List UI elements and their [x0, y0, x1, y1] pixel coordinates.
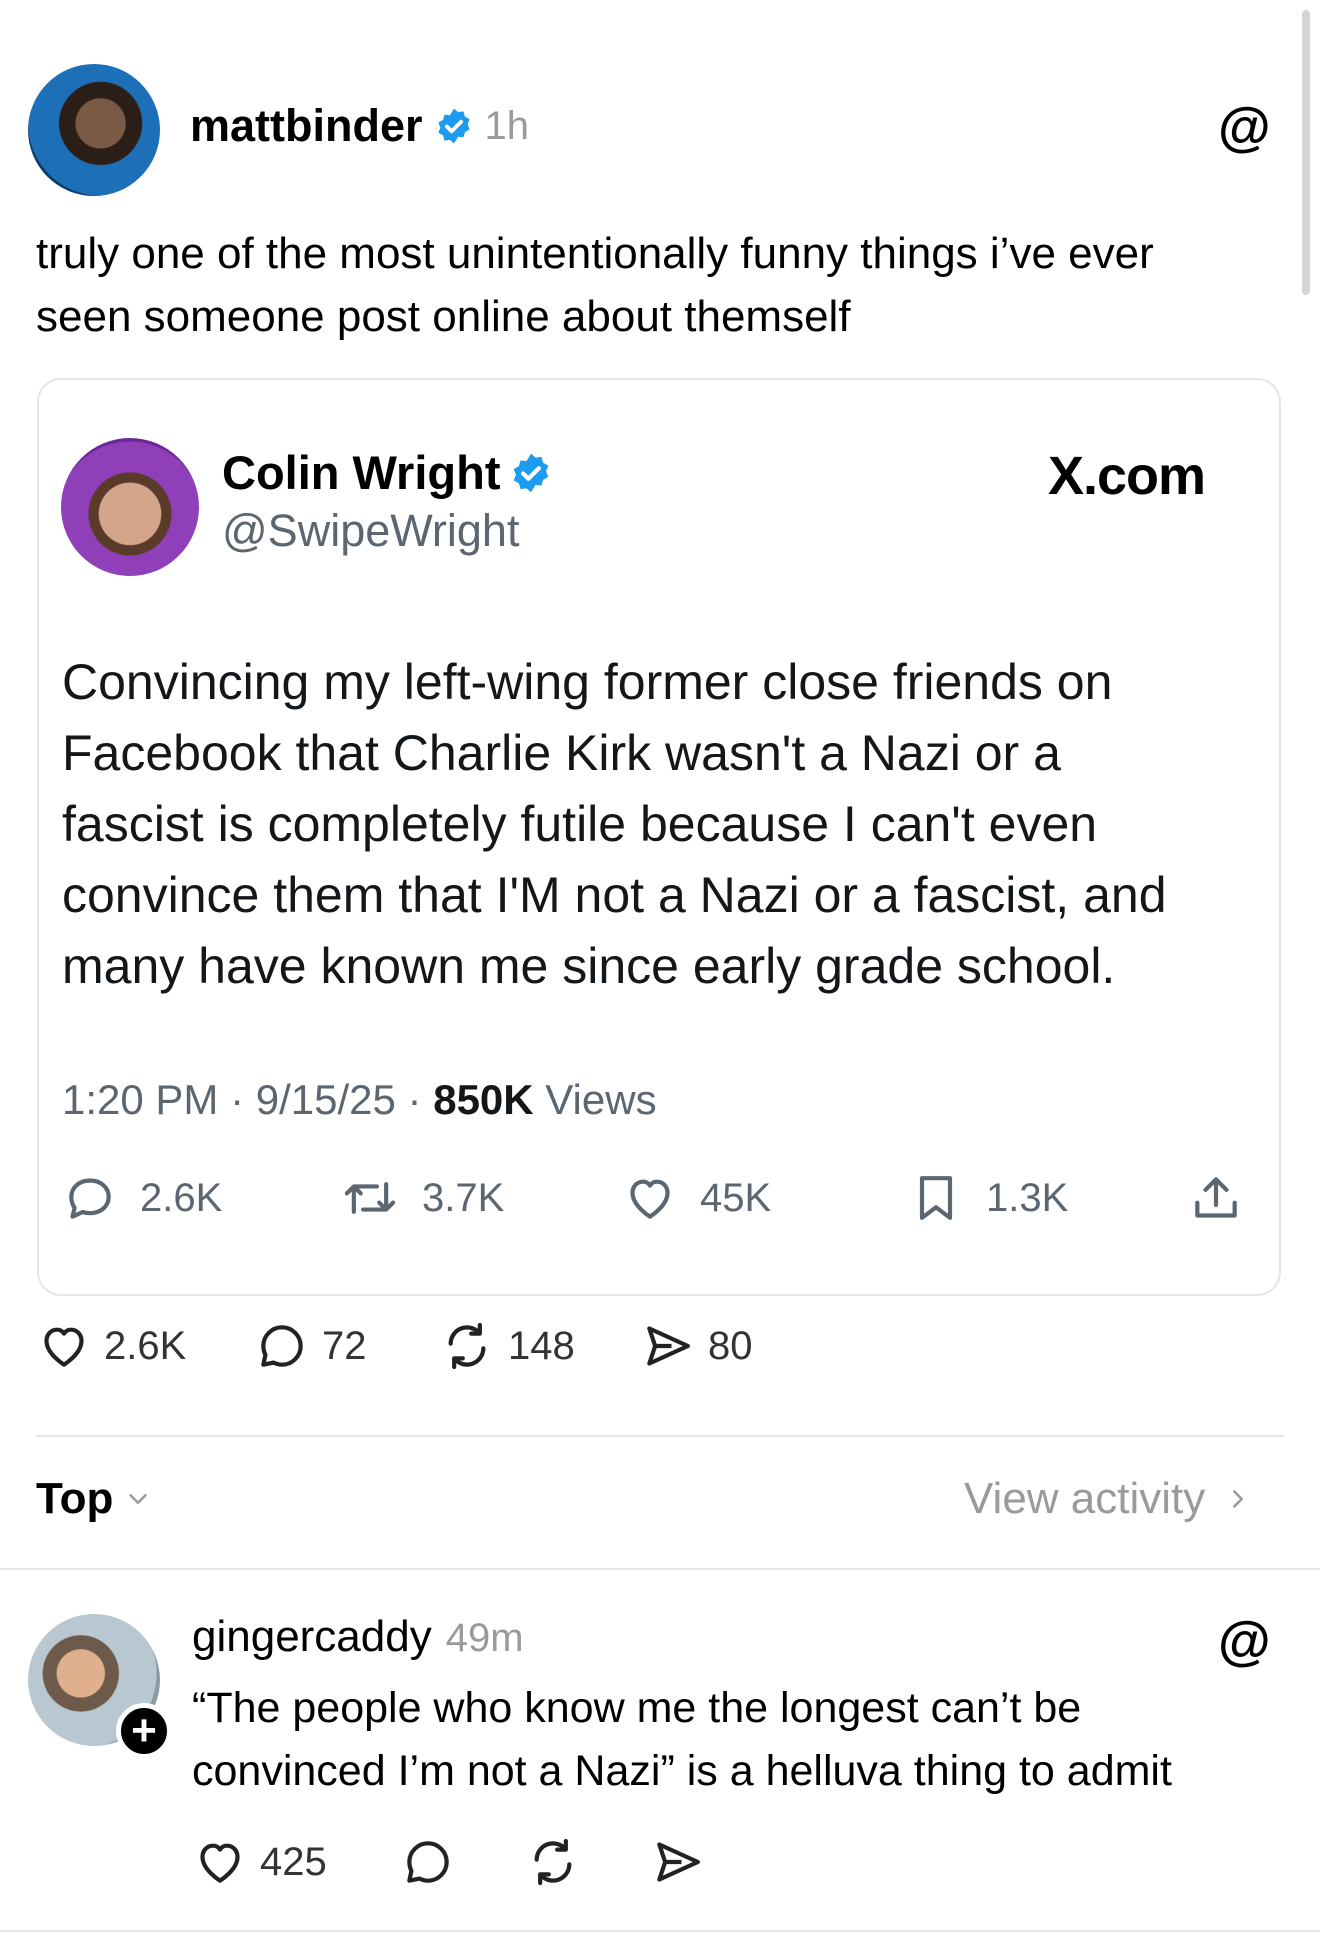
- reply-time: 49m: [445, 1616, 524, 1660]
- embed-date: 9/15/25: [255, 1076, 396, 1123]
- x-source-label: X.com: [1048, 446, 1206, 506]
- follow-plus-icon[interactable]: +: [116, 1703, 172, 1759]
- reply-text-line: convinced I’m not a Nazi” is a helluva t…: [192, 1747, 1172, 1795]
- post-text: truly one of the most unintentionally fu…: [36, 222, 1154, 348]
- heart-icon: [44, 1327, 84, 1367]
- reply-share-button[interactable]: [650, 1834, 706, 1895]
- reply-text: “The people who know me the longest can’…: [192, 1677, 1172, 1803]
- repost-icon: [534, 1838, 572, 1886]
- reply-icon: [69, 1178, 111, 1219]
- divider: [36, 1435, 1284, 1437]
- view-activity-label: View activity: [964, 1474, 1206, 1523]
- scrollbar[interactable]: [1302, 10, 1310, 295]
- heart-icon: [200, 1843, 240, 1883]
- reply-username[interactable]: gingercaddy: [192, 1612, 432, 1662]
- likes-count: 2.6K: [104, 1323, 187, 1368]
- verified-badge-icon: [514, 453, 549, 492]
- tweet-text-line: convince them that I'M not a Nazi or a f…: [62, 867, 1167, 923]
- comments-count: 72: [322, 1323, 367, 1368]
- repost-button[interactable]: 148: [438, 1318, 575, 1374]
- embed-retweet-stat: 3.7K: [340, 1170, 504, 1226]
- embed-upload: [1188, 1170, 1244, 1231]
- comment-icon: [407, 1841, 449, 1883]
- post-header: mattbinder 1h: [190, 100, 529, 152]
- embed-author-name: Colin Wright: [222, 446, 501, 499]
- tweet-text-line: fascist is completely futile because I c…: [62, 796, 1098, 852]
- embed-retweets-count: 3.7K: [422, 1175, 505, 1220]
- post-text-line: seen someone post online about themself: [36, 292, 851, 341]
- bottom-divider: [0, 1930, 1320, 1932]
- repost-icon: [448, 1322, 486, 1370]
- tweet-text-line: Convincing my left-wing former close fri…: [62, 654, 1113, 710]
- author-username[interactable]: mattbinder: [190, 100, 423, 152]
- reply-header: gingercaddy 49m: [192, 1612, 524, 1662]
- embed-views-label: Views: [545, 1076, 657, 1123]
- reply-comment-button[interactable]: [400, 1834, 456, 1895]
- embed-views-count: 850K: [433, 1076, 534, 1123]
- sort-label: Top: [36, 1474, 114, 1523]
- embed-bookmark-stat: 1.3K: [908, 1170, 1068, 1226]
- reply-text-line: “The people who know me the longest can’…: [192, 1684, 1082, 1732]
- embed-time: 1:20 PM: [62, 1076, 219, 1123]
- section-divider: [0, 1568, 1320, 1570]
- share-button[interactable]: 80: [640, 1318, 753, 1374]
- chevron-down-icon: [129, 1494, 148, 1504]
- heart-icon: [630, 1179, 670, 1219]
- embed-reply-stat: 2.6K: [62, 1170, 222, 1226]
- embed-author-handle: @SwipeWright: [222, 505, 520, 556]
- upload-icon: [1195, 1177, 1237, 1218]
- comment-icon: [261, 1325, 303, 1367]
- reply-repost-button[interactable]: [524, 1834, 582, 1895]
- embed-likes-count: 45K: [700, 1175, 772, 1220]
- embed-bookmarks-count: 1.3K: [986, 1175, 1069, 1220]
- tweet-text-line: Facebook that Charlie Kirk wasn't a Nazi…: [62, 725, 1061, 781]
- sort-dropdown[interactable]: Top: [36, 1474, 153, 1524]
- embed-meta: 1:20 PM · 9/15/25 · 850K Views: [62, 1076, 657, 1123]
- post-time: 1h: [484, 103, 530, 148]
- shares-count: 80: [708, 1323, 753, 1368]
- comment-button[interactable]: 72: [254, 1318, 367, 1374]
- author-avatar[interactable]: [28, 64, 160, 196]
- embed-author-avatar: [61, 438, 199, 576]
- tweet-text-line: many have known me since early grade sch…: [62, 938, 1116, 994]
- threads-logo-icon[interactable]: @: [1218, 100, 1271, 154]
- share-icon: [657, 1842, 700, 1882]
- reply-like-button[interactable]: 425: [192, 1834, 327, 1890]
- embed-replies-count: 2.6K: [140, 1175, 223, 1220]
- share-icon: [647, 1326, 690, 1366]
- chevron-right-icon: [1233, 1490, 1244, 1508]
- embed-name-row: Colin Wright: [222, 445, 552, 500]
- retweet-icon: [344, 1182, 396, 1214]
- embed-like-stat: 45K: [622, 1170, 771, 1226]
- threads-logo-icon[interactable]: @: [1218, 1614, 1271, 1668]
- bookmark-icon: [919, 1176, 953, 1220]
- post-text-line: truly one of the most unintentionally fu…: [36, 229, 1154, 278]
- embed-tweet-text: Convincing my left-wing former close fri…: [62, 647, 1167, 1002]
- reposts-count: 148: [508, 1323, 575, 1368]
- reply-likes-count: 425: [260, 1839, 327, 1884]
- verified-badge-icon: [437, 108, 470, 144]
- like-button[interactable]: 2.6K: [36, 1318, 186, 1374]
- view-activity-link[interactable]: View activity: [964, 1474, 1253, 1524]
